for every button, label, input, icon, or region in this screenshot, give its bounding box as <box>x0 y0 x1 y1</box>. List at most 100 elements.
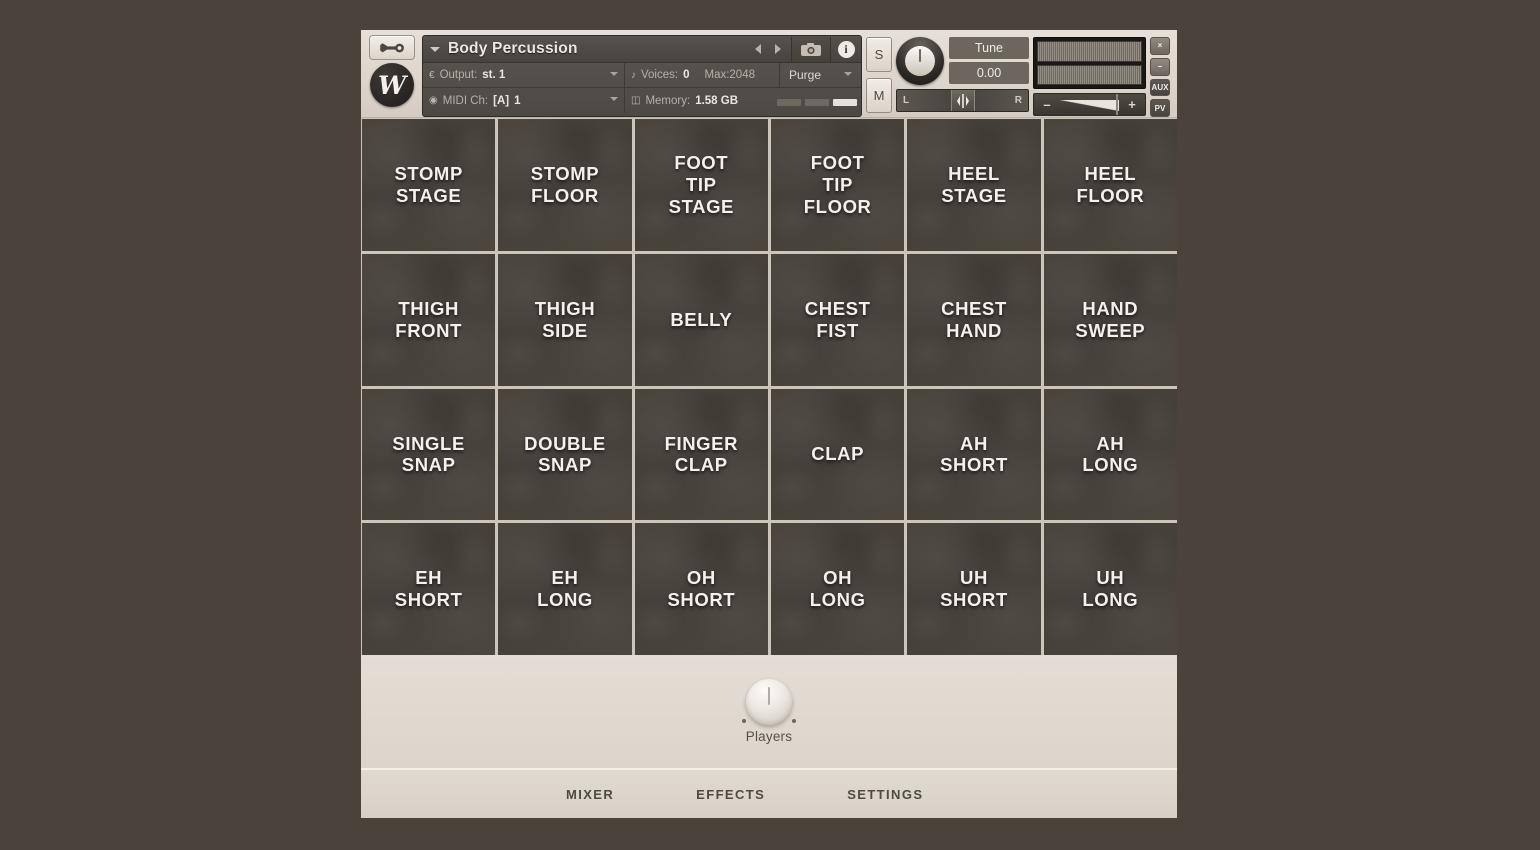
pv-button[interactable]: PV <box>1150 99 1170 117</box>
output-selector[interactable]: € Output: st. 1 <box>423 63 625 87</box>
max-voices-label: Max:2048 <box>704 69 755 81</box>
tune-label: Tune <box>949 37 1029 59</box>
articulation-label: DOUBLE SNAP <box>524 432 606 476</box>
midi-value: 1 <box>514 94 521 107</box>
articulation-cell[interactable]: AH SHORT <box>907 388 1041 521</box>
articulation-cell[interactable]: BELLY <box>634 253 768 386</box>
articulation-cell[interactable]: CLAP <box>770 388 905 521</box>
articulation-label: STOMP FLOOR <box>530 163 600 206</box>
solo-button[interactable]: S <box>866 37 892 72</box>
articulation-cell[interactable]: FINGER CLAP <box>634 388 768 521</box>
articulation-cell[interactable]: OH SHORT <box>634 523 768 655</box>
articulation-label: AH LONG <box>1082 432 1139 476</box>
volume-wedge <box>1060 94 1119 115</box>
tune-group: Tune 0.00 L R <box>896 35 1029 117</box>
articulation-cell[interactable]: AH LONG <box>1043 388 1177 521</box>
articulation-cell[interactable]: HAND SWEEP <box>1043 253 1177 386</box>
logo-column: W <box>366 35 418 117</box>
purge-meter <box>777 99 857 106</box>
midi-channel-selector[interactable]: ◉ MIDI Ch: [A] 1 <box>423 88 625 113</box>
articulation-label: HEEL STAGE <box>941 163 1007 206</box>
purge-bar <box>833 99 857 106</box>
kontakt-header: W Body Percussion i € Output: st. 1 ♪ Vo… <box>361 30 1177 118</box>
articulation-cell[interactable]: THIGH SIDE <box>498 253 632 386</box>
previous-arrow-icon[interactable] <box>755 44 761 54</box>
volume-slider[interactable]: – + <box>1033 93 1146 116</box>
camera-icon[interactable] <box>791 36 831 62</box>
volume-handle[interactable] <box>1116 94 1118 115</box>
purge-bar <box>777 99 801 106</box>
articulation-cell[interactable]: OH LONG <box>770 523 905 655</box>
articulation-label: CLAP <box>811 443 865 465</box>
articulation-cell[interactable]: STOMP FLOOR <box>498 119 632 251</box>
players-knob-range-dots <box>734 719 804 725</box>
tune-value[interactable]: 0.00 <box>949 62 1029 84</box>
articulation-label: HEEL FLOOR <box>1076 163 1145 206</box>
players-panel: Players <box>361 655 1177 770</box>
voices-label: Voices: <box>641 69 679 81</box>
tune-fields: Tune 0.00 <box>949 37 1029 84</box>
articulation-cell[interactable]: CHEST FIST <box>770 253 905 386</box>
aux-button[interactable]: AUX <box>1150 78 1170 97</box>
articulation-cell[interactable]: HEEL FLOOR <box>1043 119 1177 251</box>
tab-bar: MIXER EFFECTS SETTINGS <box>361 770 1177 818</box>
next-arrow-icon[interactable] <box>775 44 781 54</box>
players-label: Players <box>745 729 793 744</box>
memory-display: ◫ Memory: 1.58 GB <box>625 88 744 113</box>
tune-knob[interactable] <box>896 37 944 85</box>
meter-bar-right <box>1037 64 1142 85</box>
pan-handle[interactable] <box>950 90 975 111</box>
minimize-icon[interactable]: – <box>1150 57 1170 76</box>
articulation-cell[interactable]: FOOT TIP STAGE <box>634 119 768 251</box>
mute-button[interactable]: M <box>866 78 892 113</box>
articulation-cell[interactable]: EH SHORT <box>362 523 496 655</box>
articulation-label: EH LONG <box>537 567 593 611</box>
output-label: Output: <box>439 69 478 81</box>
meter-bar-left <box>1037 41 1142 62</box>
purge-bar <box>805 99 829 106</box>
instrument-header-row: Body Percussion i <box>423 36 861 63</box>
level-meters <box>1033 37 1146 89</box>
articulation-cell[interactable]: DOUBLE SNAP <box>498 388 632 521</box>
articulation-cell[interactable]: STOMP STAGE <box>362 119 496 251</box>
articulation-label: BELLY <box>670 308 733 330</box>
pan-slider[interactable]: L R <box>896 89 1029 112</box>
tab-settings[interactable]: SETTINGS <box>847 787 923 802</box>
chevron-down-icon[interactable] <box>430 46 440 52</box>
articulation-cell[interactable]: HEEL STAGE <box>907 119 1041 251</box>
chevron-down-icon <box>610 97 618 101</box>
output-value: st. 1 <box>482 69 506 81</box>
midi-label: MIDI Ch: <box>442 94 489 107</box>
articulation-cell[interactable]: EH LONG <box>498 523 632 655</box>
articulation-label: OH SHORT <box>667 567 736 611</box>
articulation-cell[interactable]: CHEST HAND <box>907 253 1041 386</box>
tab-mixer[interactable]: MIXER <box>566 787 614 802</box>
tune-knob-pointer <box>919 49 921 62</box>
articulation-cell[interactable]: SINGLE SNAP <box>362 388 496 521</box>
solo-mute-column: S M <box>866 35 892 117</box>
articulation-label: AH SHORT <box>940 432 1008 476</box>
camera-glyph <box>801 42 821 56</box>
wrench-icon[interactable] <box>369 35 415 60</box>
volume-plus-label: + <box>1128 97 1136 112</box>
tune-top-row: Tune 0.00 <box>896 37 1029 85</box>
articulation-label: THIGH FRONT <box>395 297 463 341</box>
volume-minus-label: – <box>1043 97 1051 112</box>
articulation-label: FOOT TIP FLOOR <box>803 152 872 217</box>
tab-effects[interactable]: EFFECTS <box>696 787 765 802</box>
purge-menu[interactable]: Purge <box>777 63 861 106</box>
chevron-down-icon <box>610 72 618 76</box>
info-icon[interactable]: i <box>831 37 861 62</box>
articulation-cell[interactable]: FOOT TIP FLOOR <box>770 119 905 251</box>
window-controls: × – AUX PV <box>1150 35 1170 117</box>
articulation-label: CHEST HAND <box>941 297 1007 341</box>
articulation-cell[interactable]: UH SHORT <box>907 523 1041 655</box>
articulation-grid: STOMP STAGE STOMP FLOOR FOOT TIP STAGE FOOT… <box>361 118 1177 655</box>
output-icon: € <box>429 69 435 81</box>
close-icon[interactable]: × <box>1150 37 1170 55</box>
articulation-label: FINGER CLAP <box>664 432 739 476</box>
articulation-cell[interactable]: THIGH FRONT <box>362 253 496 386</box>
wrench-glyph <box>380 42 404 52</box>
articulation-cell[interactable]: UH LONG <box>1043 523 1177 655</box>
voices-value: 0 <box>683 69 690 81</box>
